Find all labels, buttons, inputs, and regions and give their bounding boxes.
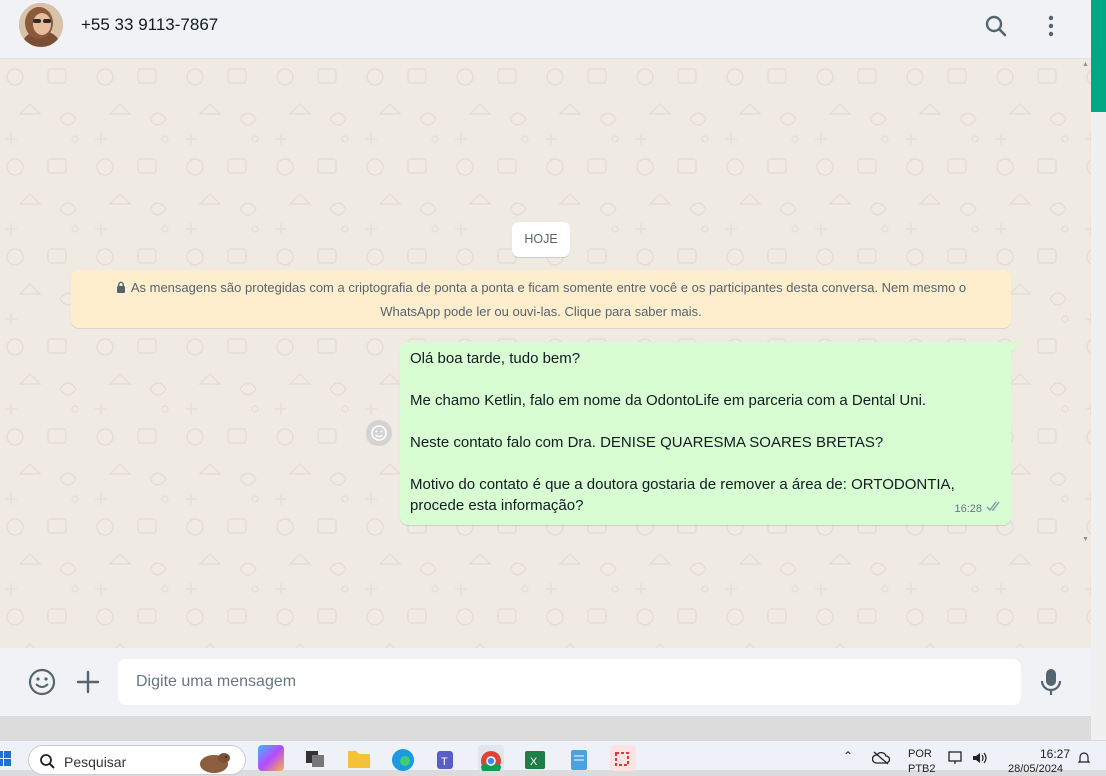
message-line: Olá boa tarde, tudo bem?	[410, 350, 581, 367]
chrome-icon[interactable]	[478, 745, 504, 776]
message-meta: 16:28	[954, 499, 1003, 520]
file-explorer-icon[interactable]	[346, 745, 372, 771]
volume-icon[interactable]	[972, 751, 988, 770]
plus-icon[interactable]	[74, 668, 102, 701]
message-line: Neste contato falo com Dra. DENISE QUARE…	[410, 434, 884, 451]
message-time: 16:28	[954, 503, 982, 515]
avatar[interactable]	[19, 3, 63, 47]
tray-chevron-up-icon[interactable]: ⌃	[843, 749, 853, 763]
excel-icon[interactable]: X	[522, 745, 548, 771]
emoji-icon[interactable]	[27, 667, 57, 702]
whatsapp-window: +55 33 9113-7867 ▲ HOJE As mensagens são…	[0, 0, 1091, 716]
message-line: Motivo do contato é que a doutora gostar…	[410, 476, 955, 514]
outgoing-message-bubble[interactable]: Olá boa tarde, tudo bem? Me chamo Ketlin…	[400, 342, 1011, 525]
scrollbar-accent	[1091, 0, 1106, 112]
message-input[interactable]	[118, 659, 1021, 705]
scroll-down-arrow[interactable]: ▼	[1082, 536, 1090, 544]
reaction-emoji-button[interactable]	[366, 420, 392, 446]
task-view-icon[interactable]	[302, 745, 328, 771]
cloud-offline-icon[interactable]	[871, 751, 891, 770]
scroll-up-arrow[interactable]: ▲	[1082, 61, 1090, 69]
language-indicator-top[interactable]: POR	[908, 748, 932, 760]
composer-bar	[0, 648, 1091, 716]
notepad-icon[interactable]	[566, 745, 592, 771]
edge-browser-icon[interactable]	[390, 745, 416, 771]
copilot-app-icon[interactable]	[258, 745, 284, 771]
chat-area[interactable]: ▲ HOJE As mensagens são protegidas com a…	[0, 59, 1091, 648]
svg-text:X: X	[530, 756, 538, 768]
clock-time[interactable]: 16:27	[1040, 747, 1070, 761]
smiley-icon	[371, 425, 387, 441]
snipping-tool-icon[interactable]	[610, 745, 636, 771]
network-icon[interactable]	[948, 751, 964, 770]
windows-taskbar: Pesquisar T X ⌃ POR PTB2 16:27 28/05/202…	[0, 740, 1106, 776]
search-icon	[40, 754, 55, 769]
notification-bell-icon[interactable]	[1077, 751, 1091, 770]
double-check-icon	[986, 499, 1003, 520]
encryption-notice-text: As mensagens são protegidas com a cripto…	[130, 280, 967, 319]
taskbar-search-label: Pesquisar	[64, 754, 127, 770]
capybara-icon	[200, 753, 230, 773]
chat-header: +55 33 9113-7867	[0, 0, 1091, 59]
date-chip: HOJE	[512, 222, 570, 257]
menu-dots-icon[interactable]	[1037, 12, 1065, 40]
search-icon[interactable]	[982, 12, 1010, 40]
contact-name[interactable]: +55 33 9113-7867	[81, 15, 218, 35]
taskbar-search[interactable]: Pesquisar	[28, 745, 246, 775]
clock-date[interactable]: 28/05/2024	[1008, 763, 1063, 775]
message-line: Me chamo Ketlin, falo em nome da OdontoL…	[410, 392, 927, 409]
encryption-notice[interactable]: As mensagens são protegidas com a cripto…	[71, 270, 1011, 328]
lock-icon	[116, 277, 126, 300]
svg-text:T: T	[441, 756, 448, 768]
microphone-icon[interactable]	[1037, 667, 1065, 702]
language-indicator-bottom[interactable]: PTB2	[908, 763, 936, 775]
teams-icon[interactable]: T	[434, 745, 460, 771]
